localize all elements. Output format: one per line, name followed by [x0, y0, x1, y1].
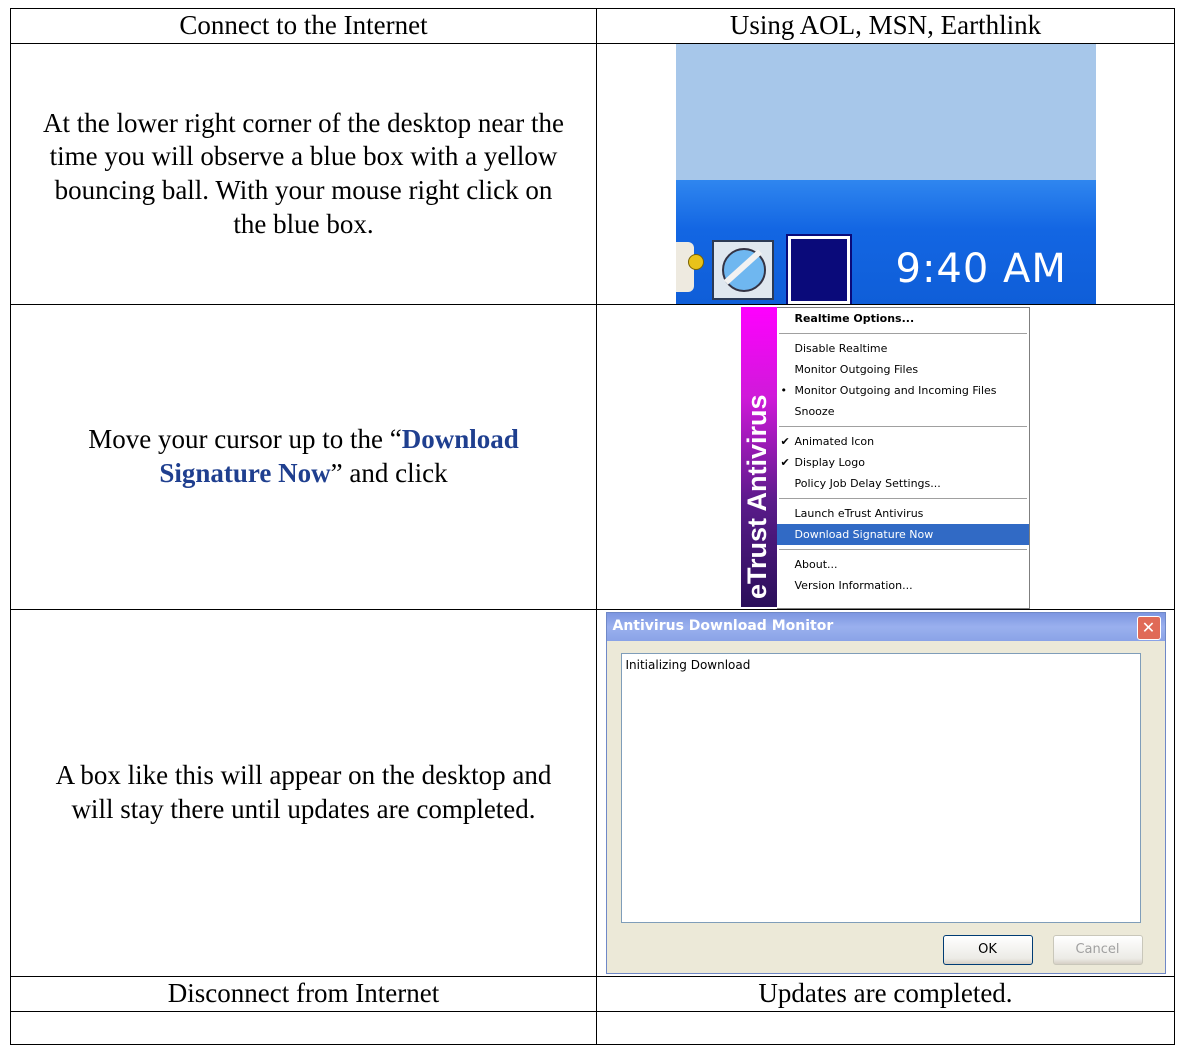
- step1-image-cell: 9:40 AM: [596, 43, 1175, 305]
- blank-left-cell: [10, 1011, 597, 1045]
- blank-row: [10, 1011, 1175, 1045]
- menu-item-label: Snooze: [794, 405, 835, 418]
- menu-item-label: Monitor Outgoing and Incoming Files: [794, 384, 997, 397]
- menu-separator: [778, 549, 1027, 550]
- tray-clock[interactable]: 9:40 AM: [896, 244, 1067, 294]
- step2-text-after: ” and click: [330, 458, 448, 488]
- menu-item[interactable]: ✔ Animated Icon: [777, 431, 1029, 452]
- close-icon[interactable]: ✕: [1136, 616, 1161, 640]
- menu-item[interactable]: ✔ Display Logo: [777, 452, 1029, 473]
- menu-item[interactable]: Download Signature Now: [776, 524, 1029, 545]
- menu-item-label: Disable Realtime: [794, 342, 888, 355]
- context-menu-screenshot: eTrust Antivirus Realtime Options... Disa…: [740, 307, 1031, 609]
- dialog-titlebar[interactable]: Antivirus Download Monitor ✕: [606, 613, 1165, 641]
- menu-separator: [778, 426, 1027, 427]
- ok-button[interactable]: OK: [942, 935, 1033, 965]
- menu-item-label: Realtime Options...: [794, 312, 915, 325]
- header-right-cell: Using AOL, MSN, Earthlink: [596, 8, 1175, 44]
- context-menu: Realtime Options... Disable Realtime Monit…: [776, 307, 1030, 609]
- step3-image-cell: Antivirus Download Monitor ✕ Initializin…: [596, 609, 1175, 977]
- menu-banner-text: eTrust Antivirus: [741, 394, 772, 599]
- menu-item[interactable]: Snooze: [777, 401, 1029, 422]
- checkmark-icon: ✔: [780, 456, 790, 469]
- header-left-cell: Connect to the Internet: [10, 8, 597, 44]
- download-monitor-dialog: Antivirus Download Monitor ✕ Initializin…: [605, 612, 1166, 974]
- step1-text: At the lower right corner of the desktop…: [42, 107, 565, 239]
- step3-text: A box like this will appear on the deskt…: [55, 760, 552, 824]
- menu-banner: eTrust Antivirus: [740, 307, 777, 607]
- step2-image-cell: eTrust Antivirus Realtime Options... Disa…: [596, 304, 1175, 610]
- menu-separator: [778, 333, 1027, 334]
- step2-text: Move your cursor up to the “Download Sig…: [11, 423, 596, 491]
- menu-item-label: Display Logo: [794, 456, 865, 469]
- radio-bullet-icon: •: [780, 384, 788, 397]
- menu-item[interactable]: About...: [777, 554, 1029, 575]
- download-log[interactable]: Initializing Download: [620, 653, 1141, 923]
- step-row-menu: Move your cursor up to the “ Download Sig…: [10, 304, 1175, 610]
- menu-item-label: Policy Job Delay Settings...: [794, 477, 941, 490]
- step2-text-before: Move your cursor up to the “: [88, 424, 402, 455]
- footer-right-cell: Updates are completed.: [596, 976, 1175, 1012]
- taskbar: 9:40 AM: [675, 180, 1096, 304]
- cancel-button: Cancel: [1052, 935, 1143, 965]
- menu-item[interactable]: • Monitor Outgoing and Incoming Files: [777, 380, 1029, 401]
- tray-screenshot: 9:40 AM: [675, 44, 1096, 304]
- menu-item-label: Download Signature Now: [794, 528, 934, 541]
- blank-right-cell: [596, 1011, 1175, 1045]
- step1-text-cell: At the lower right corner of the desktop…: [10, 43, 597, 305]
- menu-item-label: Launch eTrust Antivirus: [794, 507, 924, 520]
- menu-item-label: About...: [794, 558, 838, 571]
- menu-item-label: Animated Icon: [794, 435, 875, 448]
- antivirus-tray-icon[interactable]: [787, 236, 850, 304]
- step-row-tray: At the lower right corner of the desktop…: [10, 43, 1175, 305]
- step3-text-cell: A box like this will appear on the deskt…: [10, 609, 597, 977]
- table-header-row: Connect to the Internet Using AOL, MSN, …: [10, 8, 1175, 44]
- footer-row: Disconnect from Internet Updates are com…: [10, 976, 1175, 1012]
- desktop-background: [675, 44, 1096, 180]
- network-globe-icon[interactable]: [711, 240, 774, 300]
- menu-item[interactable]: Launch eTrust Antivirus: [777, 503, 1029, 524]
- dialog-title: Antivirus Download Monitor: [612, 618, 834, 634]
- menu-separator: [778, 498, 1027, 499]
- menu-item[interactable]: Monitor Outgoing Files: [777, 359, 1029, 380]
- step-row-dialog: A box like this will appear on the deskt…: [10, 609, 1175, 977]
- instruction-table: Connect to the Internet Using AOL, MSN, …: [10, 8, 1175, 1045]
- menu-item-label: Version Information...: [794, 579, 913, 592]
- menu-item-label: Monitor Outgoing Files: [794, 363, 919, 376]
- menu-item[interactable]: Realtime Options...: [777, 308, 1029, 329]
- menu-item[interactable]: Policy Job Delay Settings...: [777, 473, 1029, 494]
- checkmark-icon: ✔: [780, 435, 790, 448]
- step2-text-cell: Move your cursor up to the “Download Sig…: [10, 304, 597, 610]
- yellow-ball-icon: [687, 254, 704, 270]
- menu-item[interactable]: Disable Realtime: [777, 338, 1029, 359]
- footer-left-cell: Disconnect from Internet: [10, 976, 597, 1012]
- menu-item[interactable]: Version Information...: [777, 575, 1029, 596]
